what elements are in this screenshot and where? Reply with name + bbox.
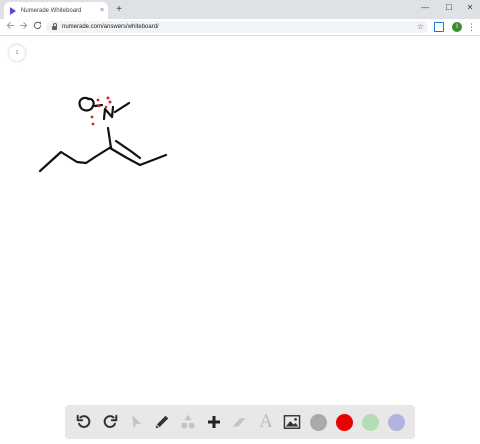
lock-icon: [52, 23, 57, 30]
lone-pair-dot: [91, 122, 95, 126]
redo-icon: [103, 414, 118, 428]
color-red-swatch[interactable]: [334, 412, 354, 432]
minimize-button[interactable]: —: [414, 0, 436, 16]
shapes-icon: [181, 414, 195, 429]
eraser-icon: [232, 418, 246, 427]
image-tool[interactable]: [282, 412, 302, 432]
text-tool-glyph: A: [259, 411, 273, 432]
add-button[interactable]: [204, 412, 224, 432]
cursor-arrow-icon: [132, 415, 141, 429]
n-methyl-stroke: [113, 101, 131, 114]
shapes-tool[interactable]: [178, 412, 198, 432]
url-text: numerade.com/answers/whiteboard/: [62, 24, 159, 30]
address-bar[interactable]: numerade.com/answers/whiteboard/ ☆: [46, 21, 428, 33]
left-chain-stroke: [38, 145, 113, 173]
browser-tab[interactable]: Numerade Whiteboard ×: [4, 2, 108, 19]
extension-icon[interactable]: [434, 22, 444, 32]
nitrogen-letter-stroke: [102, 105, 115, 121]
numerade-favicon-icon: [10, 6, 16, 15]
select-tool[interactable]: [126, 412, 146, 432]
lone-pair-dot: [106, 96, 110, 100]
tab-close-icon[interactable]: ×: [96, 2, 108, 19]
swatch-fill: [309, 413, 327, 431]
reload-icon: [33, 21, 41, 30]
maximize-button[interactable]: ☐: [438, 0, 460, 16]
forward-button[interactable]: [16, 20, 30, 34]
arrow-right-icon: [19, 21, 27, 30]
lone-pair-dot: [108, 100, 112, 104]
pencil-icon: [155, 415, 169, 429]
swatch-fill: [387, 413, 405, 431]
ink-black: [38, 96, 168, 173]
browser-toolbar: numerade.com/answers/whiteboard/ ☆ I ⋮: [0, 19, 480, 36]
drawing-layer: [38, 96, 168, 173]
double-bond-second-stroke: [114, 139, 142, 160]
lone-pair-dot: [96, 98, 100, 102]
close-window-button[interactable]: ✕: [459, 0, 480, 16]
undo-icon: [76, 414, 91, 428]
swatch-fill: [361, 413, 379, 431]
more-menu-icon[interactable]: ⋮: [467, 21, 476, 33]
swatch-fill: [335, 413, 353, 431]
whiteboard-toolbar: A: [65, 405, 415, 439]
star-icon[interactable]: ☆: [417, 21, 424, 33]
lone-pair-dot: [104, 105, 108, 109]
color-purple-swatch[interactable]: [386, 412, 406, 432]
arrow-left-icon: [6, 21, 14, 30]
oxygen-circle-stroke: [78, 96, 95, 112]
plus-icon: [208, 416, 220, 428]
profile-avatar[interactable]: I: [452, 22, 462, 32]
pen-tool[interactable]: [152, 412, 172, 432]
back-button[interactable]: [3, 20, 17, 34]
lone-pair-dot: [97, 104, 101, 108]
color-green-swatch[interactable]: [360, 412, 380, 432]
tab-title: Numerade Whiteboard: [21, 7, 82, 14]
n-carbon-bond-stroke: [106, 126, 113, 150]
whiteboard-canvas[interactable]: 1: [0, 37, 480, 444]
color-gray-swatch[interactable]: [308, 412, 328, 432]
undo-button[interactable]: [74, 412, 94, 432]
text-tool[interactable]: A: [256, 412, 276, 432]
redo-button[interactable]: [100, 412, 120, 432]
lone-pair-dot: [90, 115, 94, 119]
browser-tabstrip: Numerade Whiteboard × + — ☐ ✕: [0, 0, 480, 19]
eraser-tool[interactable]: [230, 412, 250, 432]
image-icon: [283, 415, 301, 429]
new-tab-button[interactable]: +: [112, 3, 126, 17]
reload-button[interactable]: [30, 20, 44, 34]
